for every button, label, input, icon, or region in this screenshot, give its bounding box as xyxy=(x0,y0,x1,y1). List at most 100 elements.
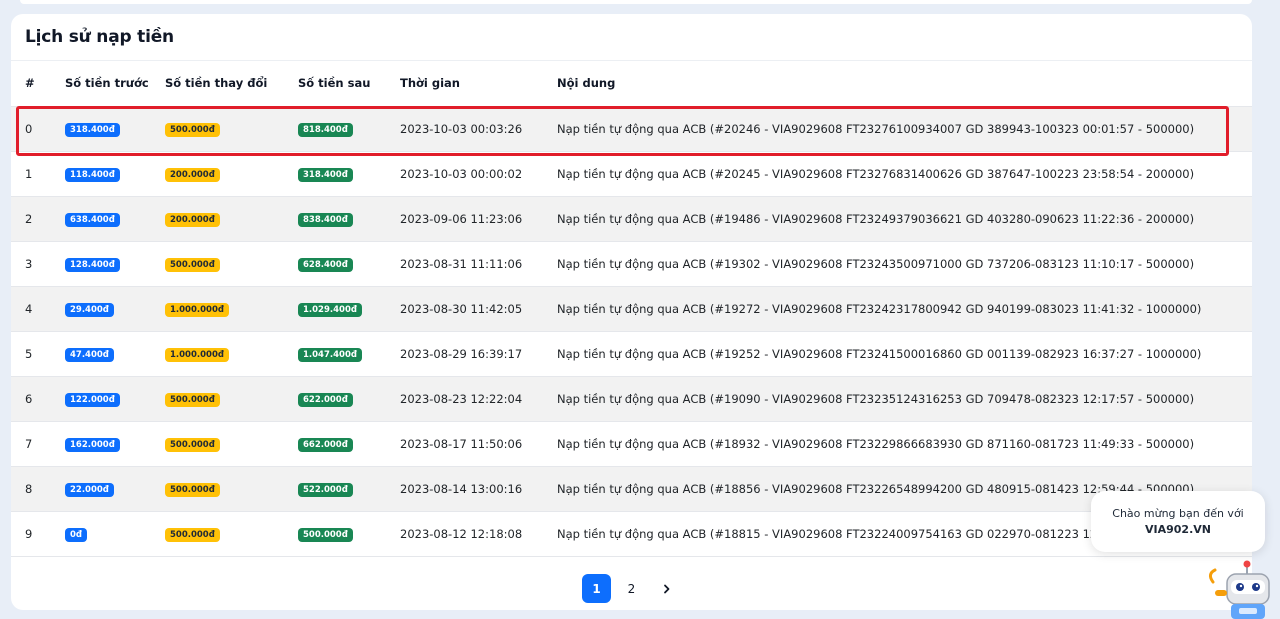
table-row: 6 122.000đ 500.000đ 622.000đ 2023-08-23 12:2… xyxy=(11,376,1252,421)
amount-change-cell: 500.000đ xyxy=(165,421,298,466)
page-button-2[interactable]: 2 xyxy=(617,574,646,603)
amount-before-cell: 47.400đ xyxy=(51,331,165,376)
amount-after-badge: 622.000đ xyxy=(298,392,353,407)
amount-change-badge: 1.000.000đ xyxy=(165,302,229,317)
content-cell: Nạp tiền tự động qua ACB (#19252 - VIA90… xyxy=(557,346,1202,361)
amount-after-cell: 622.000đ xyxy=(298,376,400,421)
amount-after-badge: 500.000đ xyxy=(298,527,353,542)
amount-before-badge: 118.400đ xyxy=(65,167,120,182)
amount-after-cell: 662.000đ xyxy=(298,421,400,466)
amount-before-badge: 318.400đ xyxy=(65,122,120,137)
table-row: 0 318.400đ 500.000đ 818.400đ 2023-10-03 00:0… xyxy=(11,106,1252,151)
amount-before-cell: 128.400đ xyxy=(51,241,165,286)
top-strip xyxy=(20,0,1252,4)
row-index-cell: 3 xyxy=(25,256,33,271)
amount-change-badge: 500.000đ xyxy=(165,482,220,497)
amount-after-cell: 522.000đ xyxy=(298,466,400,511)
amount-after-cell: 1.029.400đ xyxy=(298,286,400,331)
time-cell: 2023-08-30 11:42:05 xyxy=(400,301,523,316)
amount-change-cell: 500.000đ xyxy=(165,376,298,421)
deposit-history-card: Lịch sử nạp tiền # Số tiền trước Số tiền… xyxy=(11,14,1252,610)
column-header-change: Số tiền thay đổi xyxy=(165,61,298,107)
amount-change-cell: 200.000đ xyxy=(165,151,298,196)
amount-change-badge: 500.000đ xyxy=(165,437,220,452)
time-cell: 2023-08-31 11:11:06 xyxy=(400,256,523,271)
amount-after-badge: 818.400đ xyxy=(298,122,353,137)
time-cell: 2023-08-12 12:18:08 xyxy=(400,526,523,541)
row-index-cell: 8 xyxy=(25,481,33,496)
content-cell: Nạp tiền tự động qua ACB (#20245 - VIA90… xyxy=(557,166,1195,181)
row-index-cell: 7 xyxy=(25,436,33,451)
amount-before-badge: 162.000đ xyxy=(65,437,120,452)
robot-icon[interactable] xyxy=(1203,560,1280,619)
amount-after-cell: 318.400đ xyxy=(298,151,400,196)
row-index-cell: 0 xyxy=(25,121,33,136)
column-header-time: Thời gian xyxy=(400,61,557,107)
amount-before-cell: 0đ xyxy=(51,511,165,556)
amount-change-cell: 500.000đ xyxy=(165,511,298,556)
table-row: 7 162.000đ 500.000đ 662.000đ 2023-08-17 11:5… xyxy=(11,421,1252,466)
time-cell: 2023-08-17 11:50:06 xyxy=(400,436,523,451)
content-cell: Nạp tiền tự động qua ACB (#19302 - VIA90… xyxy=(557,256,1195,271)
amount-after-cell: 818.400đ xyxy=(298,106,400,151)
table-header-row: # Số tiền trước Số tiền thay đổi Số tiền… xyxy=(11,61,1252,107)
row-index-cell: 5 xyxy=(25,346,33,361)
amount-change-badge: 500.000đ xyxy=(165,527,220,542)
amount-change-badge: 1.000.000đ xyxy=(165,347,229,362)
amount-change-badge: 200.000đ xyxy=(165,167,220,182)
amount-before-badge: 29.400đ xyxy=(65,302,114,317)
time-cell: 2023-10-03 00:03:26 xyxy=(400,121,523,136)
column-header-content: Nội dung xyxy=(557,61,1252,107)
time-cell: 2023-08-23 12:22:04 xyxy=(400,391,523,406)
amount-change-cell: 200.000đ xyxy=(165,196,298,241)
amount-after-cell: 1.047.400đ xyxy=(298,331,400,376)
amount-after-badge: 1.047.400đ xyxy=(298,347,362,362)
row-index-cell: 9 xyxy=(25,526,33,541)
chat-welcome-bubble[interactable]: Chào mừng bạn đến với VIA902.VN xyxy=(1091,491,1265,552)
content-cell: Nạp tiền tự động qua ACB (#20246 - VIA90… xyxy=(557,121,1195,136)
amount-change-cell: 500.000đ xyxy=(165,466,298,511)
content-cell: Nạp tiền tự động qua ACB (#19486 - VIA90… xyxy=(557,211,1195,226)
table-row: 2 638.400đ 200.000đ 838.400đ 2023-09-06 11:2… xyxy=(11,196,1252,241)
amount-change-badge: 500.000đ xyxy=(165,122,220,137)
chat-site-name: VIA902.VN xyxy=(1145,523,1211,536)
amount-before-cell: 122.000đ xyxy=(51,376,165,421)
chevron-right-icon xyxy=(663,584,669,593)
time-cell: 2023-08-29 16:39:17 xyxy=(400,346,523,361)
time-cell: 2023-09-06 11:23:06 xyxy=(400,211,523,226)
time-cell: 2023-08-14 13:00:16 xyxy=(400,481,523,496)
time-cell: 2023-10-03 00:00:02 xyxy=(400,166,523,181)
page-button-1[interactable]: 1 xyxy=(582,574,611,603)
row-index-cell: 1 xyxy=(25,166,33,181)
column-header-index: # xyxy=(11,61,51,107)
amount-before-badge: 22.000đ xyxy=(65,482,114,497)
amount-after-badge: 522.000đ xyxy=(298,482,353,497)
amount-before-cell: 318.400đ xyxy=(51,106,165,151)
amount-before-cell: 162.000đ xyxy=(51,421,165,466)
table-row: 1 118.400đ 200.000đ 318.400đ 2023-10-03 00:0… xyxy=(11,151,1252,196)
row-index-cell: 2 xyxy=(25,211,33,226)
next-page-button[interactable] xyxy=(652,574,681,603)
amount-before-cell: 22.000đ xyxy=(51,466,165,511)
content-cell: Nạp tiền tự động qua ACB (#18932 - VIA90… xyxy=(557,436,1195,451)
column-header-after: Số tiền sau xyxy=(298,61,400,107)
amount-change-badge: 500.000đ xyxy=(165,257,220,272)
pagination: 1 2 xyxy=(11,567,1252,610)
amount-change-badge: 200.000đ xyxy=(165,212,220,227)
table-row: 4 29.400đ 1.000.000đ 1.029.400đ 2023-08-30 1… xyxy=(11,286,1252,331)
amount-after-cell: 500.000đ xyxy=(298,511,400,556)
table-row: 8 22.000đ 500.000đ 522.000đ 2023-08-14 13:00… xyxy=(11,466,1252,511)
row-index-cell: 6 xyxy=(25,391,33,406)
amount-before-cell: 118.400đ xyxy=(51,151,165,196)
deposit-history-table: # Số tiền trước Số tiền thay đổi Số tiền… xyxy=(11,61,1252,557)
content-cell: Nạp tiền tự động qua ACB (#19272 - VIA90… xyxy=(557,301,1202,316)
amount-before-badge: 47.400đ xyxy=(65,347,114,362)
amount-after-badge: 662.000đ xyxy=(298,437,353,452)
table-row: 9 0đ 500.000đ 500.000đ 2023-08-12 12:18:08 Nạ… xyxy=(11,511,1252,556)
amount-after-badge: 318.400đ xyxy=(298,167,353,182)
row-index-cell: 4 xyxy=(25,301,33,316)
table-row: 3 128.400đ 500.000đ 628.400đ 2023-08-31 11:1… xyxy=(11,241,1252,286)
amount-change-cell: 1.000.000đ xyxy=(165,286,298,331)
amount-after-badge: 838.400đ xyxy=(298,212,353,227)
content-cell: Nạp tiền tự động qua ACB (#19090 - VIA90… xyxy=(557,391,1195,406)
